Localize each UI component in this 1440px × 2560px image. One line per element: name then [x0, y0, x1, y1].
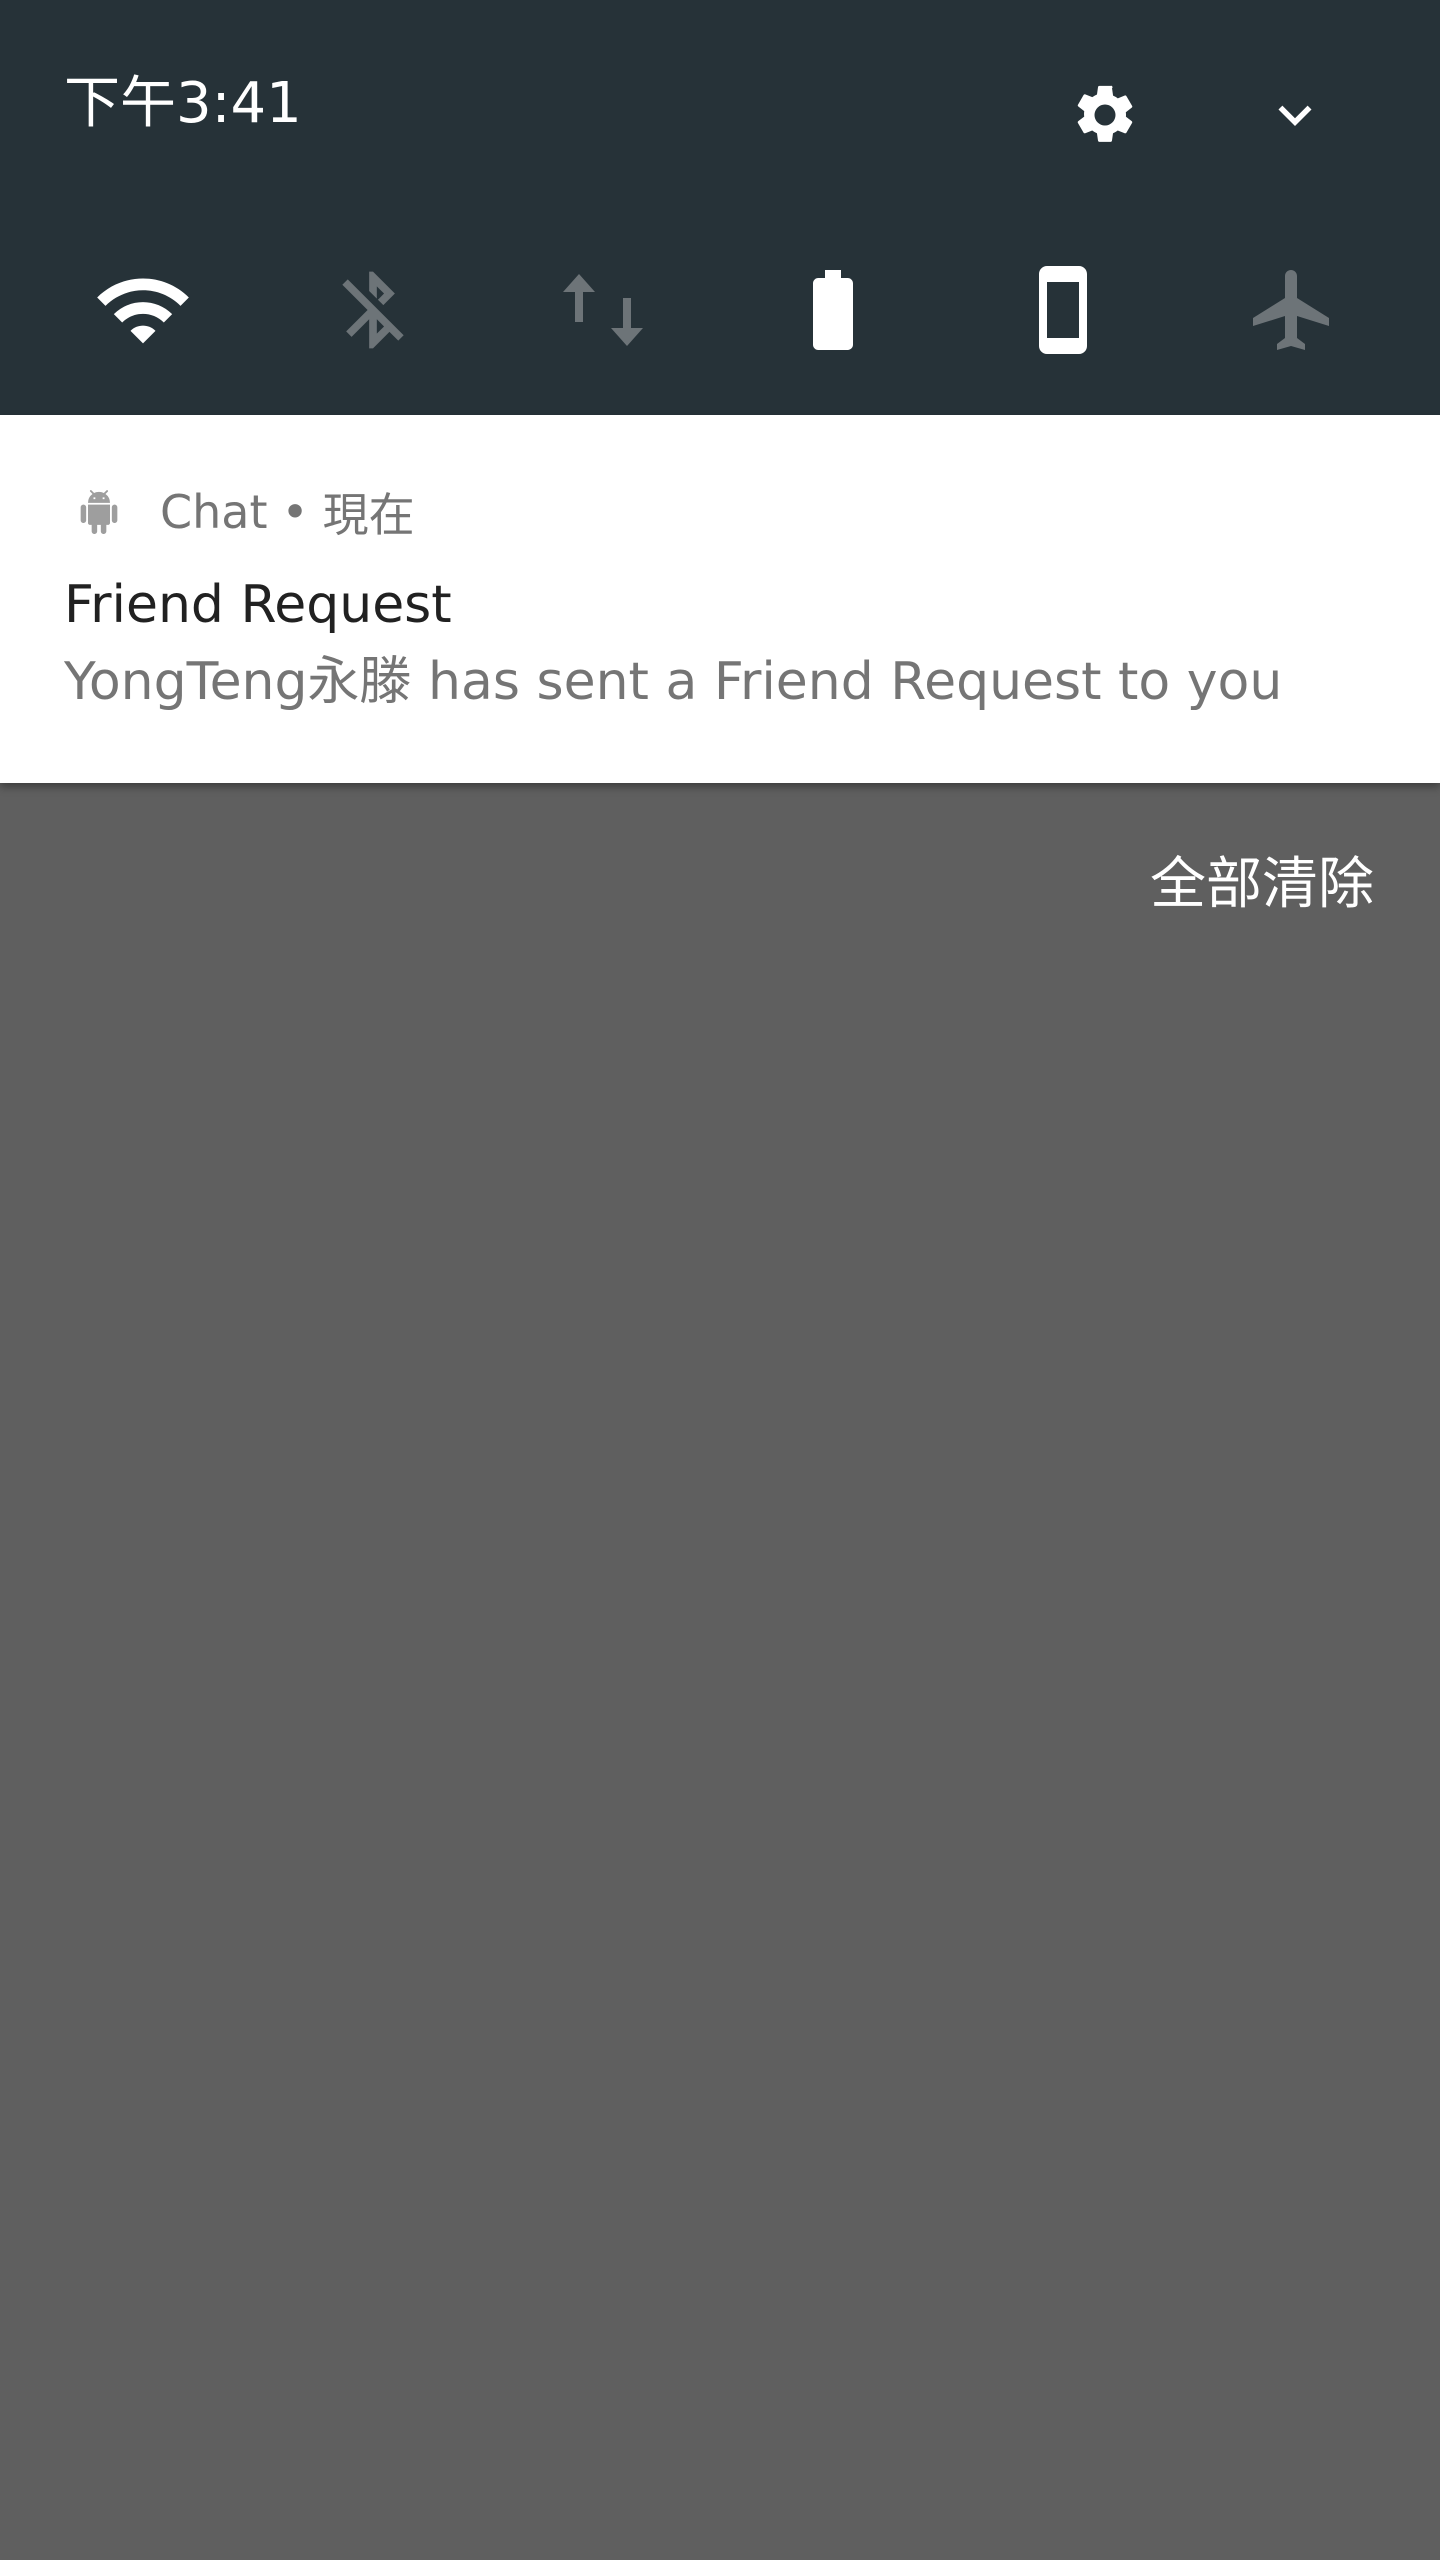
notification-separator: •	[281, 485, 309, 539]
notification-text: YongTeng永滕 has sent a Friend Request to …	[64, 652, 1283, 712]
tile-bluetooth[interactable]	[308, 250, 438, 370]
tile-battery[interactable]	[768, 250, 898, 370]
notification-card[interactable]: Chat • 現在 Friend Request YongTeng永滕 has …	[0, 415, 1440, 783]
gear-icon	[1077, 85, 1133, 142]
clear-all-button[interactable]: 全部清除	[1150, 845, 1374, 925]
tile-mobile-data[interactable]	[538, 250, 668, 370]
android-icon	[64, 477, 134, 547]
tile-airplane-mode[interactable]	[1228, 250, 1358, 370]
notification-time: 現在	[322, 488, 415, 542]
notification-app-name: Chat	[160, 485, 268, 539]
airplane-icon	[1253, 270, 1329, 350]
phone-portrait-icon	[1039, 266, 1087, 354]
tile-auto-rotate[interactable]	[998, 250, 1128, 370]
settings-button[interactable]	[1060, 70, 1150, 160]
data-arrows-icon	[563, 274, 643, 346]
bluetooth-off-icon	[342, 271, 404, 349]
notification-title: Friend Request	[64, 575, 452, 635]
tile-wifi[interactable]	[78, 250, 208, 370]
chevron-down-icon	[1278, 105, 1312, 126]
wifi-icon	[97, 278, 189, 344]
notification-header: Chat • 現在	[64, 477, 415, 547]
status-time: 下午3:41	[64, 71, 302, 136]
battery-icon	[813, 270, 853, 350]
expand-button[interactable]	[1250, 70, 1340, 160]
quick-settings-panel: 下午3:41	[0, 0, 1440, 415]
